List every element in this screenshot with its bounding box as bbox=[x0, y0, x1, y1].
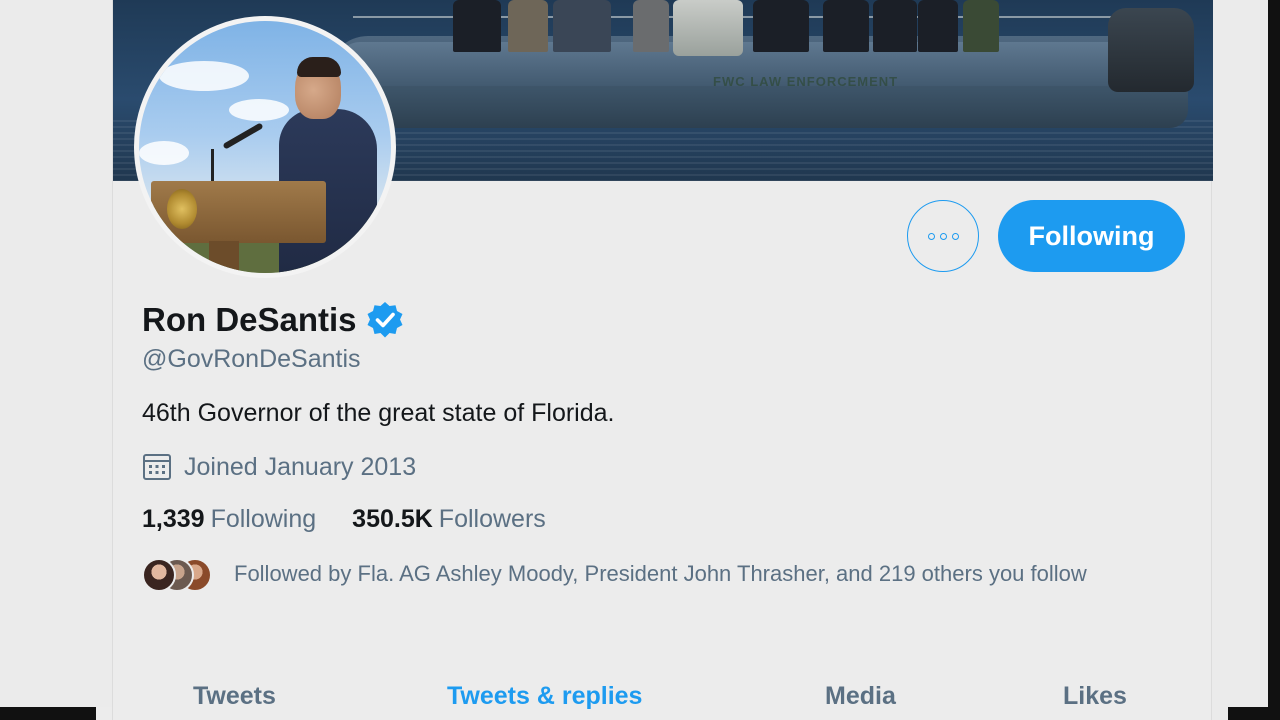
profile-bio: 46th Governor of the great state of Flor… bbox=[142, 399, 615, 427]
avatar-podium-seal bbox=[167, 189, 197, 229]
avatar-cloud bbox=[139, 141, 189, 165]
banner-crew-member bbox=[553, 0, 611, 52]
profile-handle: @GovRonDeSantis bbox=[142, 345, 361, 373]
following-count: 1,339 bbox=[142, 505, 205, 533]
followers-label: Followers bbox=[438, 505, 546, 533]
verified-badge-icon bbox=[365, 300, 405, 340]
avatar-cloud bbox=[229, 99, 289, 121]
banner-crew-member bbox=[508, 0, 548, 52]
following-label: Following bbox=[210, 505, 317, 533]
followed-by-avatars bbox=[142, 558, 214, 594]
banner-crew-member bbox=[963, 0, 999, 52]
calendar-icon bbox=[142, 452, 172, 482]
banner-crew-member bbox=[873, 0, 917, 52]
avatar-podium-base bbox=[209, 241, 239, 273]
followers-stat-link[interactable]: 350.5K Followers bbox=[352, 505, 546, 534]
tab-likes[interactable]: Likes bbox=[1063, 682, 1127, 711]
following-stat-link[interactable]: 1,339 Following bbox=[142, 505, 316, 534]
left-margin bbox=[0, 0, 112, 707]
joined-row: Joined January 2013 bbox=[142, 452, 416, 482]
more-dot bbox=[951, 232, 959, 240]
more-options-icon bbox=[927, 232, 959, 240]
frame-edge bbox=[1268, 0, 1280, 720]
following-button[interactable]: Following bbox=[998, 200, 1185, 272]
follower-avatar bbox=[142, 558, 176, 592]
display-name: Ron DeSantis bbox=[142, 301, 357, 338]
avatar-microphone bbox=[222, 122, 264, 150]
banner-boat-text: FWC LAW ENFORCEMENT bbox=[713, 74, 899, 89]
banner-boat-console bbox=[673, 0, 743, 56]
joined-date: Joined January 2013 bbox=[184, 452, 417, 481]
tab-tweets-and-replies[interactable]: Tweets & replies bbox=[447, 682, 642, 711]
tab-tweets[interactable]: Tweets bbox=[193, 682, 276, 711]
more-options-button[interactable] bbox=[907, 200, 979, 272]
more-dot bbox=[927, 232, 935, 240]
avatar-microphone-stand bbox=[211, 149, 214, 185]
banner-crew-member bbox=[823, 0, 869, 52]
profile-avatar[interactable] bbox=[134, 16, 396, 278]
followed-by-row[interactable]: Followed by Fla. AG Ashley Moody, Presid… bbox=[142, 556, 1142, 594]
followers-count: 350.5K bbox=[352, 505, 433, 533]
avatar-cloud bbox=[159, 61, 249, 91]
more-dot bbox=[939, 232, 947, 240]
stats-row: 1,339 Following 350.5K Followers bbox=[142, 505, 546, 534]
name-row: Ron DeSantis bbox=[142, 300, 405, 340]
right-margin bbox=[1212, 0, 1268, 720]
banner-crew-member bbox=[753, 0, 809, 52]
banner-crew-member bbox=[918, 0, 958, 52]
profile-card: FWC LAW ENFORCEMENT Following Ron DeSant… bbox=[112, 0, 1213, 720]
avatar-person-hair bbox=[297, 57, 341, 77]
screen: FWC LAW ENFORCEMENT Following Ron DeSant… bbox=[0, 0, 1280, 720]
banner-outboard-motor bbox=[1108, 8, 1194, 92]
followed-by-text: Followed by Fla. AG Ashley Moody, Presid… bbox=[234, 561, 1087, 586]
banner-crew-member bbox=[453, 0, 501, 52]
tab-media[interactable]: Media bbox=[825, 682, 896, 711]
frame-edge bbox=[0, 707, 96, 720]
profile-tabs: Tweets Tweets & replies Media Likes bbox=[113, 676, 1213, 720]
banner-crew-member bbox=[633, 0, 669, 52]
